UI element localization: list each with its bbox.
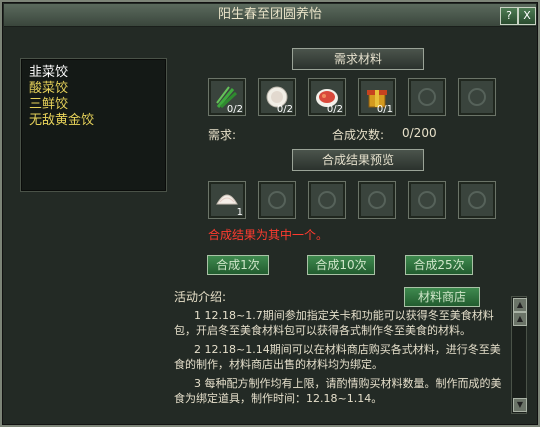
material-slot-empty[interactable]: [458, 78, 496, 116]
recipe-item-golden-dumpling[interactable]: 无敌黄金饺: [29, 113, 94, 129]
scroll-up-icon[interactable]: ▲: [513, 298, 527, 312]
recipe-item-three-delicacy-dumpling[interactable]: 三鲜饺: [29, 97, 68, 113]
description-scrollbar[interactable]: ▲ ▲ ▼: [511, 296, 527, 414]
empty-slot-icon: [418, 88, 436, 106]
materials-header: 需求材料: [292, 48, 424, 70]
empty-slot-icon: [418, 191, 436, 209]
result-slot-empty[interactable]: [308, 181, 346, 219]
craft-twentyfive-button[interactable]: 合成25次: [405, 255, 473, 275]
craft-times-value: 0/200: [402, 126, 437, 140]
scroll-thumb[interactable]: ▲: [513, 312, 527, 326]
result-slot[interactable]: 1: [208, 181, 246, 219]
description-paragraph: 3 每种配方制作均有上限，请酌情购买材料数量。制作而成的美食为绑定道具，制作时间…: [174, 377, 502, 405]
craft-times-label: 合成次数:: [332, 128, 385, 142]
description-text: 1 12.18~1.7期间参加指定关卡和功能可以获得冬至美食材料包，开启冬至美食…: [174, 308, 504, 412]
material-count: 0/2: [326, 104, 343, 115]
material-slot-empty[interactable]: [408, 78, 446, 116]
scroll-down-icon[interactable]: ▼: [513, 398, 527, 412]
material-slot[interactable]: 0/2: [208, 78, 246, 116]
material-count: 0/2: [226, 104, 243, 115]
requirement-label: 需求:: [208, 128, 237, 142]
result-count: 1: [236, 207, 243, 218]
material-count: 0/2: [276, 104, 293, 115]
recipe-list: 韭菜饺 酸菜饺 三鲜饺 无敌黄金饺: [20, 58, 167, 192]
material-slot[interactable]: 0/1: [358, 78, 396, 116]
empty-slot-icon: [318, 191, 336, 209]
help-button[interactable]: ?: [500, 7, 518, 25]
material-slot[interactable]: 0/2: [258, 78, 296, 116]
craft-ten-button[interactable]: 合成10次: [307, 255, 375, 275]
material-count: 0/1: [376, 104, 393, 115]
title-bar: 阳生春至团圆养怡 ? X: [4, 4, 536, 27]
result-slot-empty[interactable]: [408, 181, 446, 219]
description-paragraph: 1 12.18~1.7期间参加指定关卡和功能可以获得冬至美食材料包，开启冬至美食…: [174, 309, 494, 337]
empty-slot-icon: [468, 88, 486, 106]
empty-slot-icon: [468, 191, 486, 209]
description-title: 活动介绍:: [174, 290, 227, 304]
recipe-item-sauerkraut-dumpling[interactable]: 酸菜饺: [29, 81, 68, 97]
description-paragraph: 2 12.18~1.14期间可以在材料商店购买各式材料，进行冬至美食的制作，材料…: [174, 343, 501, 371]
material-shop-button[interactable]: 材料商店: [404, 287, 480, 307]
result-slot-empty[interactable]: [358, 181, 396, 219]
result-preview-header: 合成结果预览: [292, 149, 424, 171]
dialog-window: 阳生春至团圆养怡 ? X 韭菜饺 酸菜饺 三鲜饺 无敌黄金饺 需求材料 0/2 …: [0, 0, 540, 427]
result-slot-empty[interactable]: [258, 181, 296, 219]
window-title: 阳生春至团圆养怡: [217, 7, 322, 22]
dumpling-icon: [216, 194, 238, 205]
result-note: 合成结果为其中一个。: [208, 228, 329, 242]
close-button[interactable]: X: [518, 7, 536, 25]
empty-slot-icon: [368, 191, 386, 209]
craft-once-button[interactable]: 合成1次: [207, 255, 269, 275]
recipe-item-chive-dumpling[interactable]: 韭菜饺: [29, 65, 68, 81]
empty-slot-icon: [268, 191, 286, 209]
result-slot-empty[interactable]: [458, 181, 496, 219]
material-slot[interactable]: 0/2: [308, 78, 346, 116]
